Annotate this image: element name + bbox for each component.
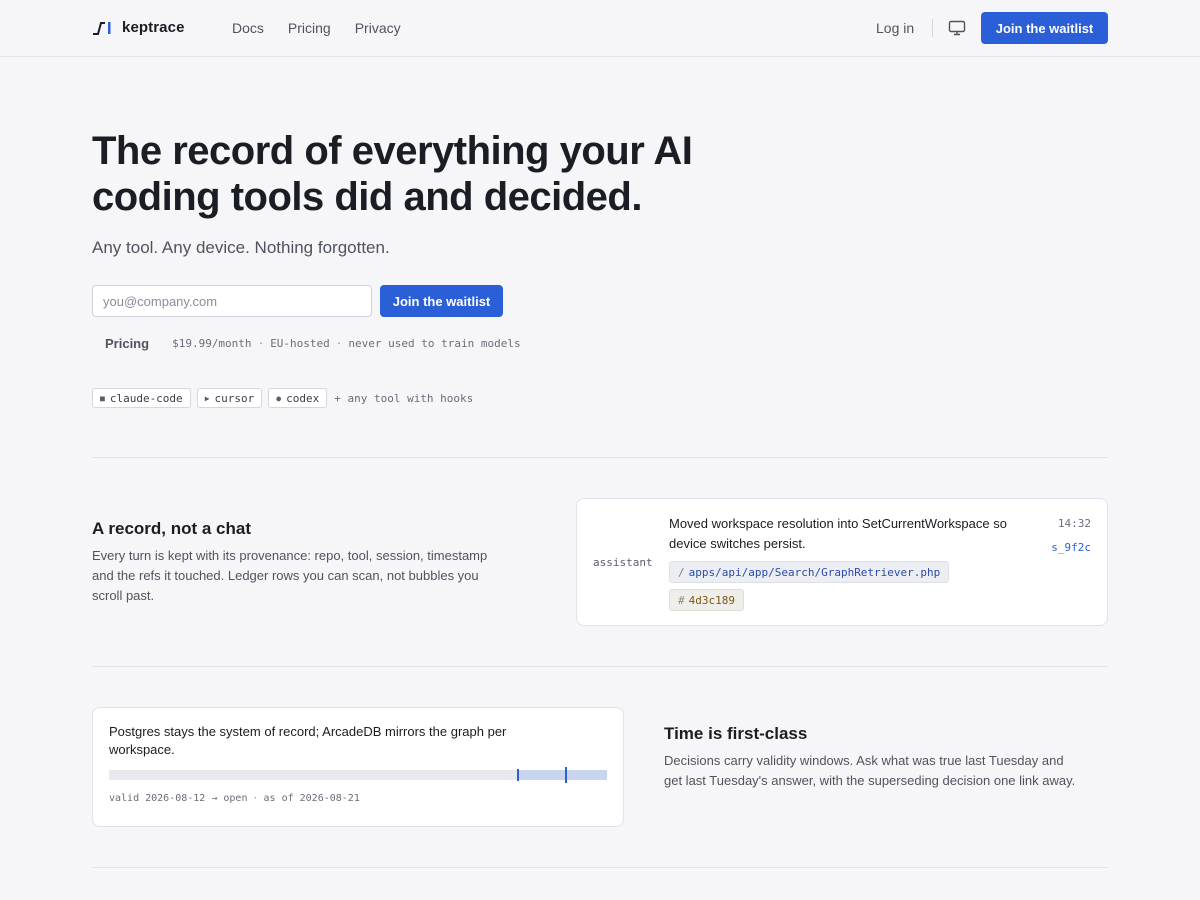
timeline-meta: valid 2026-08-12 → open · as of 2026-08-21 — [109, 793, 360, 804]
message-role: assistant — [593, 556, 653, 569]
tool-chip-claude-code: ■ claude-code — [92, 388, 191, 408]
tool-chip-label: cursor — [214, 391, 255, 405]
nav-link-docs[interactable]: Docs — [232, 20, 264, 36]
section-record-body: Every turn is kept with its provenance: … — [92, 548, 488, 603]
message-text: Moved workspace resolution into SetCurre… — [669, 516, 1007, 551]
square-icon: ■ — [100, 393, 105, 403]
nav-link-privacy[interactable]: Privacy — [355, 20, 401, 36]
nav-link-pricing[interactable]: Pricing — [288, 20, 331, 36]
decision-timeline-card: Postgres stays the system of record; Arc… — [92, 707, 624, 827]
pricing-training-note: never used to train models — [348, 337, 521, 350]
pricing-summary: Pricing $19.99/month · EU-hosted · never use… — [105, 336, 521, 351]
session-link[interactable]: s_9f2c — [1051, 541, 1091, 554]
ref-path-prefix: / — [678, 565, 685, 579]
monitor-icon[interactable] — [948, 20, 966, 36]
header-divider — [932, 19, 933, 37]
decision-text: Postgres stays the system of record; Arc… — [109, 724, 507, 757]
tool-chip-cursor: ▶ cursor — [196, 388, 263, 408]
pricing-hosting: EU-hosted — [270, 337, 330, 350]
hero-join-waitlist-button[interactable]: Join the waitlist — [380, 285, 503, 317]
ref-commit-hash[interactable]: # 4d3c189 — [669, 589, 744, 611]
ref-hash-text: 4d3c189 — [688, 593, 735, 607]
validity-timeline-track — [109, 767, 607, 783]
hero-subtitle: Any tool. Any device. Nothing forgotten. — [92, 238, 390, 257]
supported-tools: ■ claude-code ▶ cursor ● codex + any too… — [92, 388, 473, 408]
email-input[interactable] — [92, 285, 372, 317]
circle-icon: ● — [276, 393, 282, 403]
brand-name: keptrace — [122, 19, 185, 36]
validity-window — [518, 770, 607, 780]
pricing-meta: $19.99/month · EU-hosted · never used to tra… — [172, 337, 521, 350]
tools-extra-note: + any tool with hooks — [334, 391, 474, 405]
tool-chip-codex: ● codex — [268, 388, 328, 408]
as-of-marker[interactable] — [565, 767, 568, 783]
pricing-price: $19.99/month — [172, 337, 252, 350]
section-time-title: Time is first-class — [664, 724, 808, 743]
ledger-row-card: assistant Moved workspace resolution int… — [576, 498, 1108, 626]
section-time-body: Decisions carry validity windows. Ask wh… — [664, 753, 1076, 788]
hero-title-line-2: coding tools did and decided. — [92, 175, 642, 219]
play-icon: ▶ — [204, 393, 210, 403]
ref-file-path[interactable]: / apps/api/app/Search/GraphRetriever.php — [669, 561, 950, 583]
tool-chip-label: claude-code — [109, 391, 183, 405]
top-navigation-bar: keptrace Docs Pricing Privacy Log in Joi… — [0, 0, 1200, 57]
login-link[interactable]: Log in — [876, 20, 914, 36]
as-of-date: as of 2026-08-21 — [263, 793, 360, 804]
validity-start-marker — [517, 769, 520, 781]
section-divider — [92, 867, 1108, 868]
tool-chip-label: codex — [286, 391, 320, 405]
hero-title: The record of everything your AI coding … — [92, 128, 732, 220]
section-divider — [92, 457, 1108, 458]
ref-path-text: apps/api/app/Search/GraphRetriever.php — [688, 565, 941, 579]
brand-mark-icon — [93, 21, 111, 35]
section-record-title: A record, not a chat — [92, 519, 252, 538]
brand-logo-link[interactable]: keptrace — [92, 19, 185, 36]
section-divider — [92, 666, 1108, 667]
main-nav: Docs Pricing Privacy — [232, 20, 401, 36]
message-timestamp: 14:32 — [1057, 517, 1091, 530]
pricing-label: Pricing — [105, 336, 150, 351]
valid-range: valid 2026-08-12 → open — [109, 793, 248, 804]
ref-hash-prefix: # — [678, 593, 685, 607]
hero-title-line-1: The record of everything your AI — [92, 129, 693, 173]
header-join-waitlist-button[interactable]: Join the waitlist — [981, 12, 1108, 44]
